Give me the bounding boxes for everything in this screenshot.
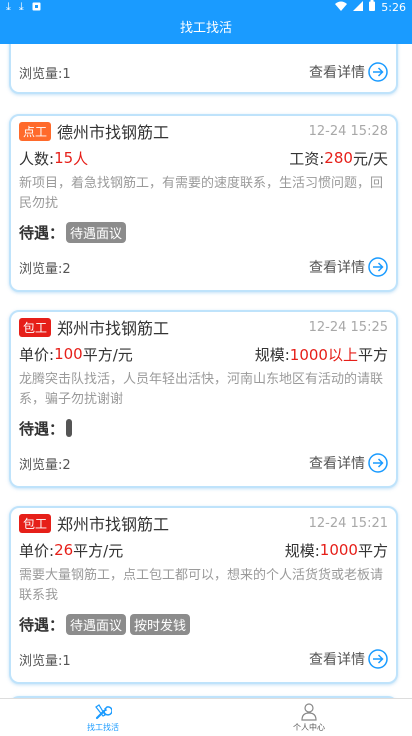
scale-label: 规模:: [254, 345, 290, 364]
arrow-right-circle-icon: [368, 257, 388, 277]
nav-find-work[interactable]: 找工找活: [0, 699, 206, 736]
scale-value: 1000以上: [289, 345, 358, 364]
wifi-icon: [335, 1, 348, 14]
unit-price-label: 单价:: [19, 541, 55, 560]
unit-price-unit: 平方/元: [73, 541, 124, 560]
view-detail-label: 查看详情: [309, 260, 365, 276]
status-bar: ⤓ ⤓ 5:26: [0, 0, 412, 14]
status-time: 5:26: [381, 0, 406, 14]
page-title: 找工找活: [0, 14, 412, 44]
job-title: 德州市找钢筋工: [57, 123, 170, 142]
tools-icon: [95, 704, 112, 720]
job-card[interactable]: 包工 郑州市找钢筋工 12-24 15:25 单价: 100 平方/元 规模: …: [9, 310, 398, 488]
arrow-right-circle-icon: [368, 453, 388, 473]
status-left-icons: ⤓ ⤓: [6, 0, 41, 14]
view-detail-label: 查看详情: [309, 65, 365, 81]
nav-profile-label: 个人中心: [293, 723, 325, 732]
benefits-label: 待遇：: [19, 223, 65, 242]
battery-icon: [369, 0, 376, 14]
job-card[interactable]: 点工 德州市找钢筋工 12-24 15:28 人数: 15 人 工资: 280 …: [9, 114, 398, 292]
unit-price-value: 100: [54, 345, 83, 363]
view-count: 浏览量:1: [19, 66, 71, 82]
job-card[interactable]: 浏览量:1 查看详情: [9, 44, 398, 94]
job-card[interactable]: 包工 郑州市找钢筋工 12-24 15:21 单价: 26 平方/元 规模: 1…: [9, 506, 398, 684]
benefits-label: 待遇：: [19, 419, 65, 438]
post-time: 12-24 15:21: [308, 515, 388, 531]
headcount-label: 人数:: [19, 149, 55, 168]
benefit-tag: 按时发钱: [130, 613, 191, 635]
unit-price-value: 26: [54, 541, 74, 559]
view-count: 浏览量:2: [19, 261, 71, 277]
job-description: 需要大量钢筋工，点工包工都可以，想来的个人活货货或老板请联系我: [19, 568, 384, 603]
status-right-icons: 5:26: [335, 0, 406, 14]
job-title: 郑州市找钢筋工: [57, 515, 170, 534]
signal-icon: [353, 0, 364, 14]
scale-unit: 平方: [357, 345, 388, 364]
scale-unit: 平方: [357, 541, 388, 560]
arrow-right-circle-icon: [368, 62, 388, 82]
post-time: 12-24 15:28: [308, 123, 388, 139]
job-type-badge: 包工: [19, 317, 52, 337]
job-type-badge: 点工: [19, 121, 52, 141]
person-icon: [301, 703, 317, 721]
view-detail-label: 查看详情: [309, 652, 365, 668]
job-description: 新项目，着急找钢筋工，有需要的速度联系，生活习惯问题，回民勿扰: [19, 176, 384, 211]
download-icon: ⤓: [18, 0, 24, 13]
bottom-nav: 找工找活 个人中心: [0, 698, 412, 736]
scale-value: 1000: [319, 541, 358, 559]
wage-value: 280: [324, 149, 353, 167]
benefit-tag: 待遇面议: [66, 221, 127, 243]
job-title: 郑州市找钢筋工: [57, 319, 170, 338]
nav-find-work-label: 找工找活: [87, 723, 119, 732]
unit-price-label: 单价:: [19, 345, 55, 364]
headcount-value: 15: [54, 149, 74, 167]
nav-profile[interactable]: 个人中心: [206, 699, 412, 736]
square-icon: [32, 1, 41, 14]
wage-label: 工资:: [289, 149, 325, 168]
benefit-tag: 待遇面议: [66, 613, 127, 635]
headcount-unit: 人: [73, 149, 89, 168]
scale-label: 规模:: [284, 541, 320, 560]
view-detail-button[interactable]: 查看详情: [309, 649, 388, 669]
benefits-label: 待遇：: [19, 615, 65, 634]
view-detail-button[interactable]: 查看详情: [309, 257, 388, 277]
job-type-badge: 包工: [19, 513, 52, 533]
view-detail-button[interactable]: 查看详情: [309, 62, 388, 82]
post-time: 12-24 15:25: [308, 319, 388, 335]
view-detail-button[interactable]: 查看详情: [309, 453, 388, 473]
arrow-right-circle-icon: [368, 649, 388, 669]
unit-price-unit: 平方/元: [82, 345, 133, 364]
job-feed[interactable]: 浏览量:1 查看详情 点工 德州市找钢筋工 12-24 15:28 人数: 15…: [0, 44, 412, 698]
view-detail-label: 查看详情: [309, 456, 365, 472]
view-count: 浏览量:1: [19, 653, 71, 669]
download-icon: ⤓: [6, 0, 11, 13]
view-count: 浏览量:2: [19, 457, 71, 473]
job-description: 龙腾突击队找活，人员年轻出活快，河南山东地区有活动的请联系，骗子勿扰谢谢: [19, 372, 384, 407]
wage-unit: 元/天: [352, 149, 388, 168]
benefit-tag-empty: [66, 419, 73, 437]
